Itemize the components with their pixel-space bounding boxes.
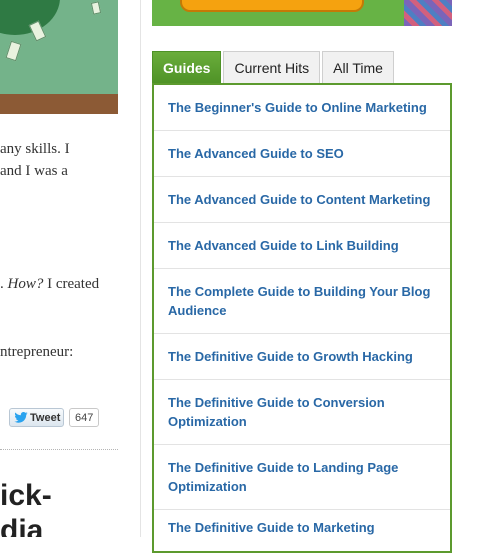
article-text-line: any skills. I <box>0 141 70 157</box>
list-item: The Definitive Guide to Marketing <box>154 510 450 551</box>
list-item: The Complete Guide to Building Your Blog… <box>154 269 450 334</box>
guide-link[interactable]: The Advanced Guide to Link Building <box>168 236 399 255</box>
twitter-bird-icon <box>14 412 28 423</box>
post-heading-line[interactable]: ick- <box>0 481 52 511</box>
list-item: The Definitive Guide to Landing Page Opt… <box>154 445 450 510</box>
article-text-span: I created <box>43 276 100 292</box>
guide-list: The Beginner's Guide to Online Marketing… <box>154 85 450 551</box>
guide-link[interactable]: The Advanced Guide to Content Marketing <box>168 190 430 209</box>
list-item: The Advanced Guide to Link Building <box>154 223 450 269</box>
guide-link[interactable]: The Definitive Guide to Marketing <box>168 518 375 537</box>
column-divider <box>140 0 141 537</box>
guide-link[interactable]: The Definitive Guide to Landing Page Opt… <box>168 458 436 496</box>
tab-current-hits[interactable]: Current Hits <box>223 51 321 84</box>
banner-person-image <box>404 0 452 26</box>
banner-cta-button[interactable] <box>180 0 364 12</box>
guide-link[interactable]: The Definitive Guide to Growth Hacking <box>168 347 413 366</box>
money-bill-icon <box>5 40 22 62</box>
article-divider <box>0 449 118 450</box>
article-column: any skills. I and I was a . How? I creat… <box>0 0 140 537</box>
tab-all-time[interactable]: All Time <box>322 51 394 84</box>
list-item: The Definitive Guide to Conversion Optim… <box>154 380 450 445</box>
list-item: The Advanced Guide to SEO <box>154 131 450 177</box>
money-bill-icon <box>90 1 102 15</box>
guides-panel: The Beginner's Guide to Online Marketing… <box>152 83 452 553</box>
guide-link[interactable]: The Beginner's Guide to Online Marketing <box>168 98 427 117</box>
guide-link[interactable]: The Complete Guide to Building Your Blog… <box>168 282 436 320</box>
guide-link[interactable]: The Advanced Guide to SEO <box>168 144 344 163</box>
list-item: The Beginner's Guide to Online Marketing <box>154 85 450 131</box>
article-text-line: ntrepreneur: <box>0 344 74 360</box>
article-hero-image <box>0 0 118 114</box>
article-text-line: and I was a <box>0 163 68 179</box>
article-text-line: . How? I created <box>0 276 99 293</box>
tab-guides[interactable]: Guides <box>152 51 222 84</box>
guide-link[interactable]: The Definitive Guide to Conversion Optim… <box>168 393 436 431</box>
hero-image-ground <box>0 94 118 114</box>
post-heading-line[interactable]: dia <box>0 516 43 538</box>
article-text-emphasis: How? <box>7 276 44 292</box>
list-item: The Advanced Guide to Content Marketing <box>154 177 450 223</box>
sidebar-tabs: Guides Current Hits All Time <box>152 51 396 84</box>
tweet-button[interactable]: Tweet <box>9 408 64 427</box>
list-item: The Definitive Guide to Growth Hacking <box>154 334 450 380</box>
article-text-span: . <box>0 276 8 292</box>
tweet-count: 647 <box>69 408 100 427</box>
tweet-label: Tweet <box>30 411 61 424</box>
sidebar-banner-ad[interactable] <box>152 0 452 26</box>
